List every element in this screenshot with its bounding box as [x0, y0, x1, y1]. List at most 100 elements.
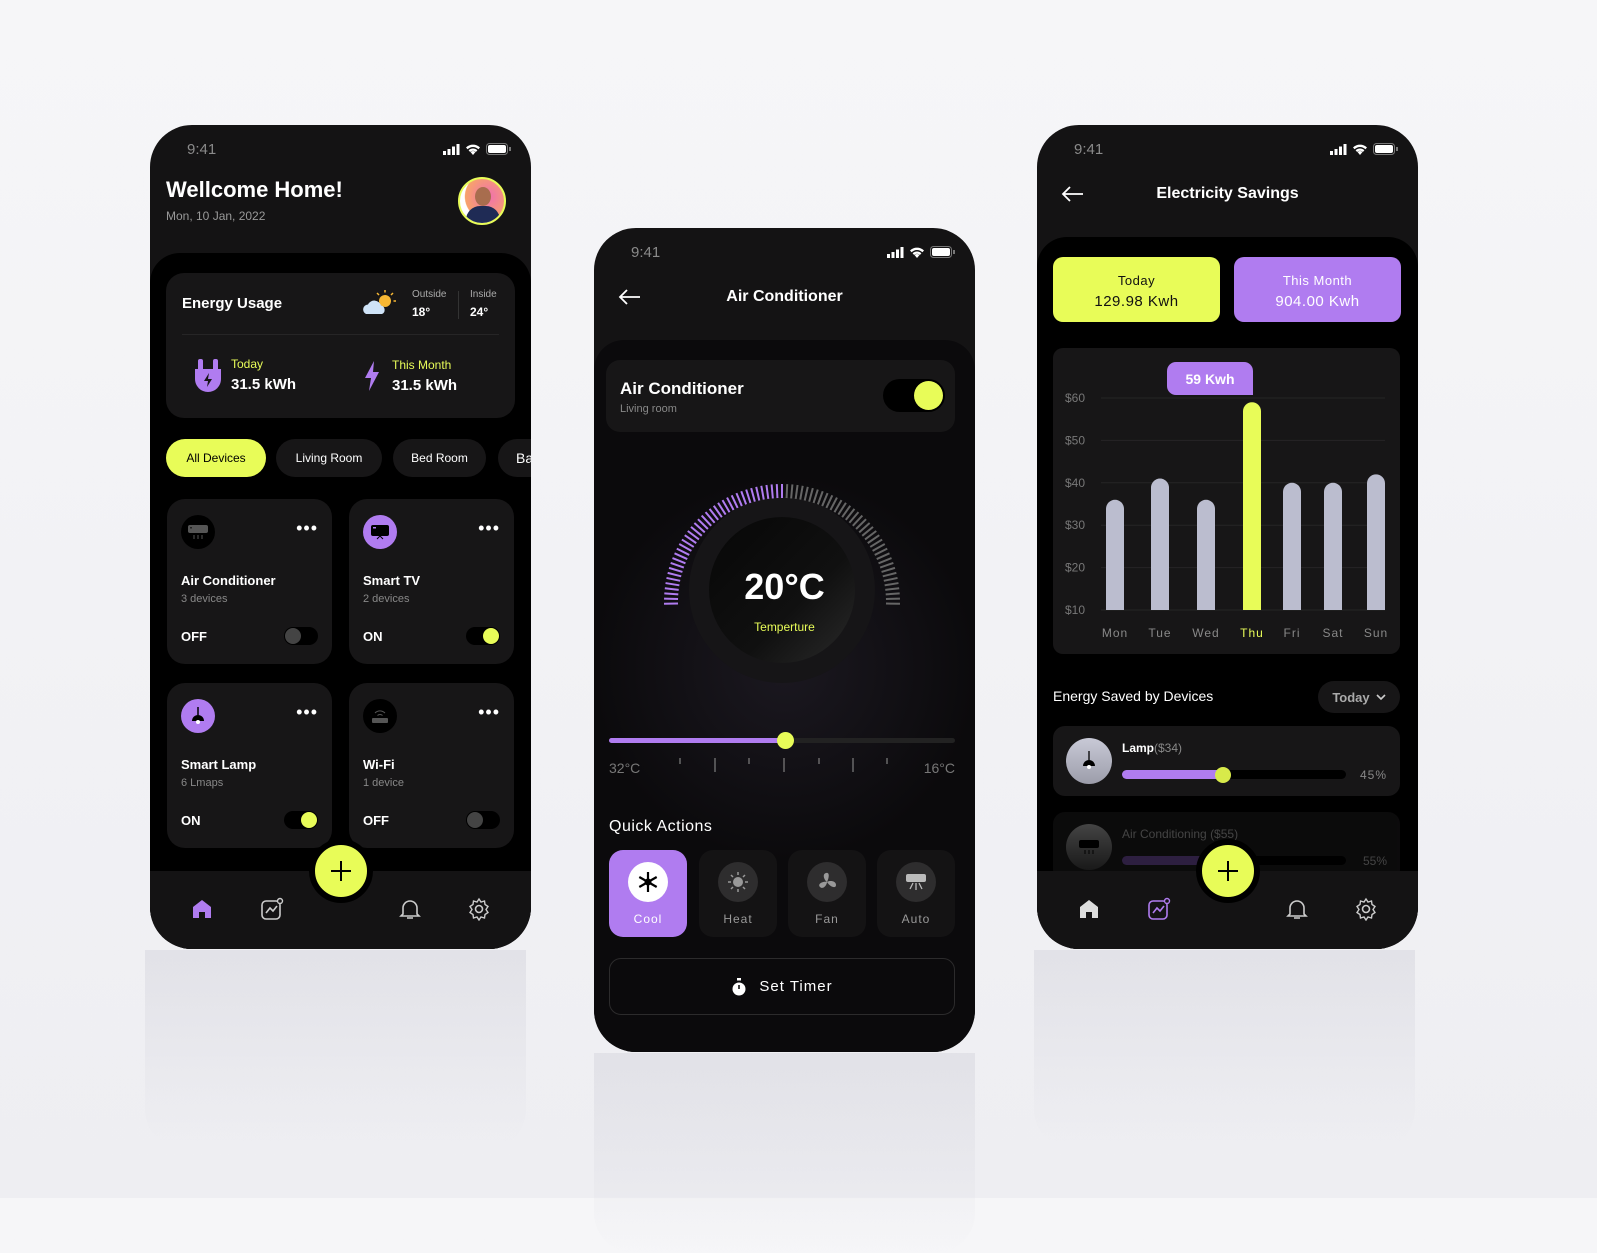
- air-conditioner-screen: 9:41 Air Conditioner Air Conditioner Liv…: [594, 228, 975, 1052]
- month-label: This Month: [1234, 273, 1401, 288]
- divider: [182, 334, 499, 335]
- temperature-slider[interactable]: [609, 738, 955, 743]
- more-options-icon[interactable]: •••: [478, 707, 500, 717]
- bar-mon[interactable]: [1106, 500, 1124, 610]
- signal-icon: [443, 144, 460, 155]
- battery-icon: [1373, 143, 1398, 155]
- add-button[interactable]: [309, 839, 373, 903]
- power-toggle[interactable]: [284, 811, 318, 829]
- device-card-smart-lamp[interactable]: ••• Smart Lamp 6 Lmaps ON: [167, 683, 332, 848]
- mode-label: Cool: [634, 912, 663, 926]
- filter-living-room[interactable]: Living Room: [276, 439, 382, 477]
- set-timer-button[interactable]: Set Timer: [609, 958, 955, 1015]
- avatar[interactable]: [458, 177, 506, 225]
- signal-icon: [1330, 144, 1347, 155]
- progress-handle: [1215, 767, 1231, 783]
- more-options-icon[interactable]: •••: [296, 707, 318, 717]
- month-label: This Month: [392, 358, 451, 372]
- bar-base: [1197, 601, 1215, 610]
- bar-base: [1283, 601, 1301, 610]
- dial-tick: [791, 484, 792, 498]
- device-card-air-conditioner[interactable]: ••• Air Conditioner 3 devices OFF: [167, 499, 332, 664]
- bell-icon[interactable]: [1285, 897, 1309, 921]
- lamp-icon: [181, 699, 215, 733]
- more-options-icon[interactable]: •••: [296, 523, 318, 533]
- today-value: 129.98 Kwh: [1053, 293, 1220, 310]
- battery-icon: [930, 246, 955, 258]
- period-dropdown[interactable]: Today: [1318, 681, 1400, 713]
- bar-fri[interactable]: [1283, 483, 1301, 610]
- energy-title: Energy Usage: [182, 295, 282, 312]
- partly-cloudy-icon: [362, 289, 398, 317]
- mode-cool-button[interactable]: Cool: [609, 850, 687, 937]
- stats-icon[interactable]: [260, 897, 284, 921]
- device-name: Smart TV: [363, 573, 420, 588]
- mode-fan-button[interactable]: Fan: [788, 850, 866, 937]
- device-status: OFF: [363, 813, 389, 828]
- status-icons: [443, 143, 511, 155]
- filter-bathroom[interactable]: Ba: [498, 439, 531, 477]
- gear-icon[interactable]: [1354, 897, 1378, 921]
- bar-base: [1106, 601, 1124, 610]
- min-temp-label: 32°C: [609, 760, 640, 776]
- reflection: [1034, 950, 1415, 1150]
- router-icon: [363, 699, 397, 733]
- power-toggle[interactable]: [284, 627, 318, 645]
- air-conditioner-icon: [1066, 824, 1112, 870]
- page-title: Wellcome Home!: [166, 177, 343, 203]
- x-tick-label: Tue: [1148, 626, 1171, 640]
- dial-tick: [809, 488, 813, 502]
- home-screen: 9:41 Wellcome Home! Mon, 10 Jan, 2022 En…: [150, 125, 531, 949]
- bottom-nav: [1037, 871, 1418, 949]
- bar-wed[interactable]: [1197, 500, 1215, 610]
- date: Mon, 10 Jan, 2022: [166, 209, 265, 223]
- dial-tick: [800, 486, 802, 500]
- device-status: OFF: [181, 629, 207, 644]
- power-toggle[interactable]: [466, 627, 500, 645]
- add-button[interactable]: [1196, 839, 1260, 903]
- mode-heat-button[interactable]: Heat: [699, 850, 777, 937]
- inside-label: Inside: [470, 289, 497, 300]
- wifi-icon: [909, 246, 925, 258]
- filter-bed-room[interactable]: Bed Room: [393, 439, 486, 477]
- device-name: Air Conditioning: [1122, 827, 1207, 841]
- device-card-smart-tv[interactable]: ••• Smart TV 2 devices ON: [349, 499, 514, 664]
- filter-all-devices[interactable]: All Devices: [166, 439, 266, 477]
- power-toggle[interactable]: [466, 811, 500, 829]
- bar-base: [1324, 601, 1342, 610]
- tv-icon: [363, 515, 397, 549]
- signal-icon: [887, 247, 904, 258]
- stats-icon[interactable]: [1147, 897, 1171, 921]
- more-options-icon[interactable]: •••: [478, 523, 500, 533]
- device-card-wifi[interactable]: ••• Wi-Fi 1 device OFF: [349, 683, 514, 848]
- status-time: 9:41: [187, 141, 216, 158]
- dial-tick: [746, 490, 750, 503]
- stopwatch-icon: [731, 978, 747, 996]
- bell-icon[interactable]: [398, 897, 422, 921]
- home-icon[interactable]: [1077, 897, 1101, 921]
- dial-tick: [761, 486, 763, 500]
- device-saving-row[interactable]: Lamp($34) 45%: [1053, 726, 1400, 796]
- x-tick-label: Wed: [1192, 626, 1219, 640]
- gear-icon[interactable]: [467, 897, 491, 921]
- x-tick-label: Thu: [1240, 626, 1264, 640]
- dial-tick: [766, 485, 768, 499]
- bar-sun[interactable]: [1367, 474, 1385, 610]
- power-toggle[interactable]: [883, 379, 945, 412]
- bar-thu[interactable]: [1243, 402, 1261, 610]
- mode-auto-button[interactable]: Auto: [877, 850, 955, 937]
- y-tick-label: $10: [1065, 603, 1085, 617]
- dial-tick: [818, 491, 823, 504]
- chevron-down-icon: [1376, 694, 1386, 701]
- device-status: ON: [181, 813, 201, 828]
- bar-sat[interactable]: [1324, 483, 1342, 610]
- home-icon[interactable]: [190, 897, 214, 921]
- dial-tick: [877, 553, 890, 559]
- dial-tick: [879, 558, 892, 563]
- y-tick-label: $60: [1065, 391, 1085, 405]
- dial-tick: [675, 553, 688, 559]
- energy-usage-card: Energy Usage Outside 18° Inside 24° Toda…: [166, 273, 515, 418]
- bar-base: [1151, 601, 1169, 610]
- bar-tue[interactable]: [1151, 479, 1169, 610]
- month-summary: This Month 904.00 Kwh: [1234, 257, 1401, 322]
